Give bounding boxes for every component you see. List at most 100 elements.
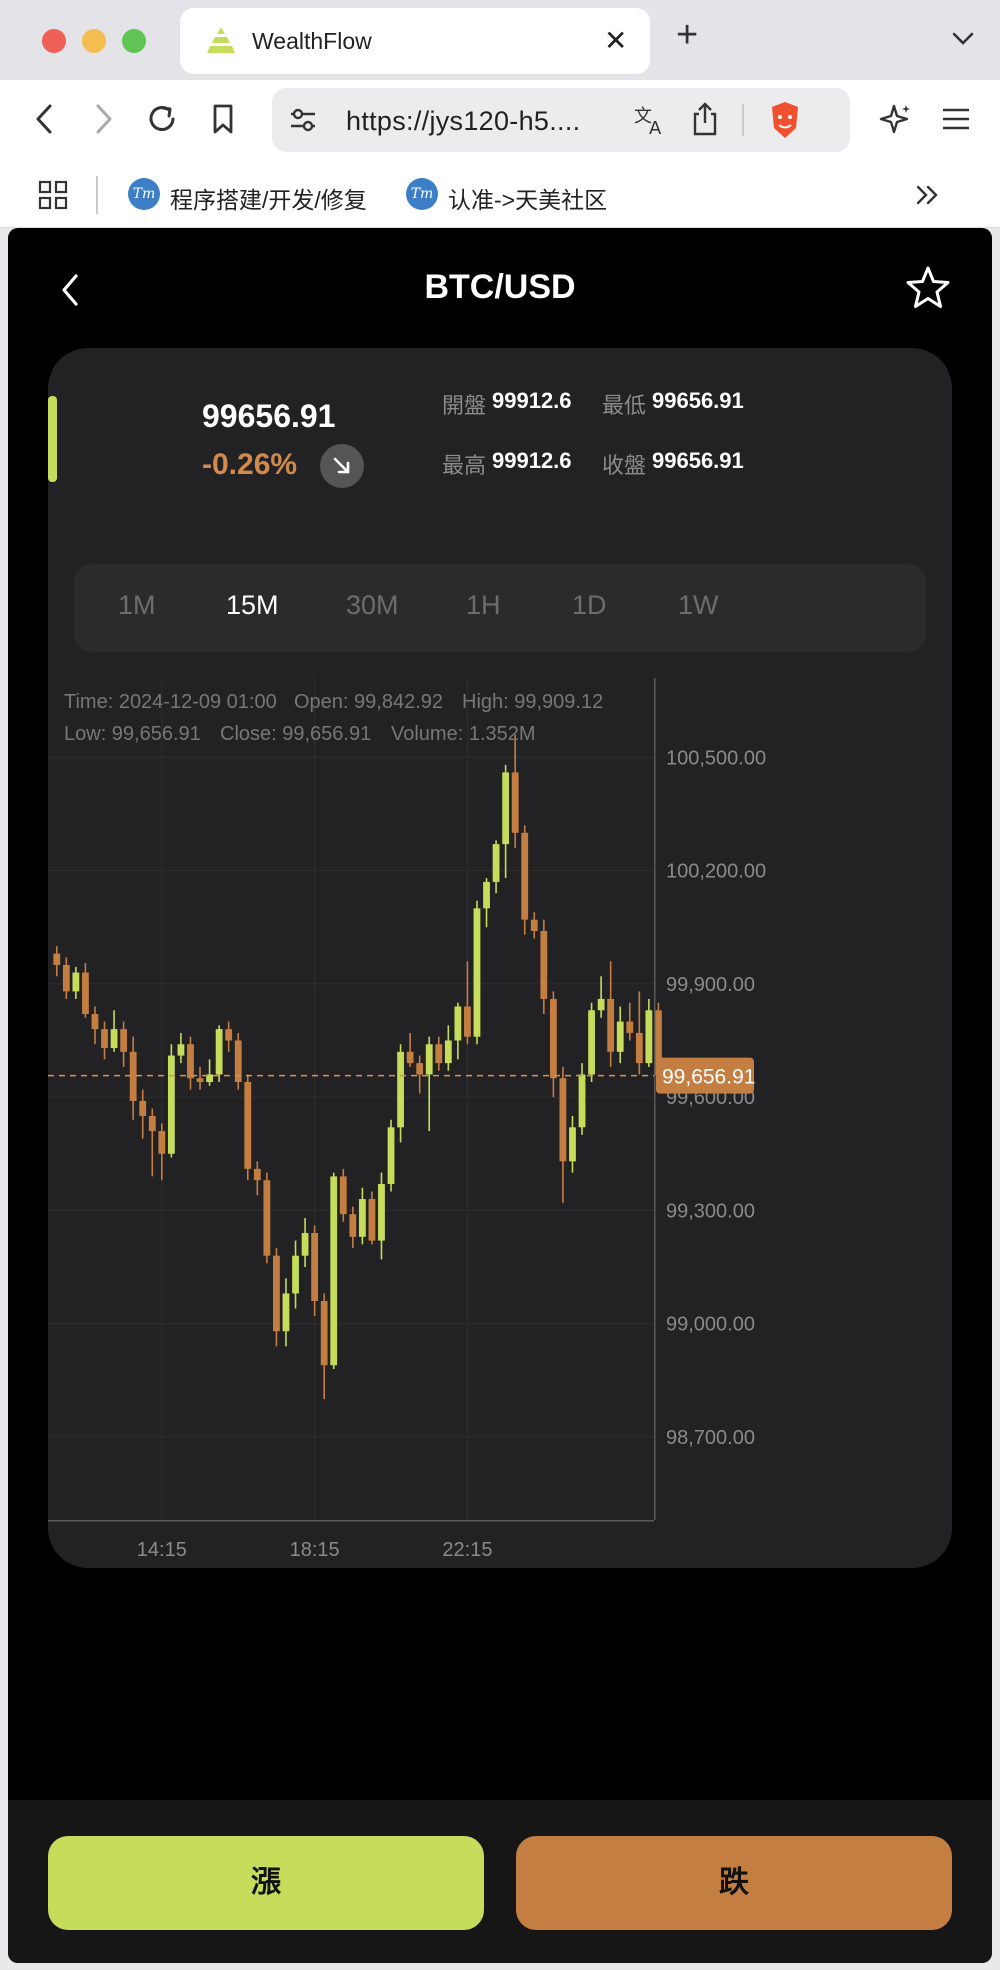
share-icon[interactable] bbox=[690, 100, 720, 138]
candle bbox=[607, 961, 615, 1067]
info-low: Low: 99,656.91 bbox=[64, 723, 201, 745]
address-divider bbox=[742, 104, 744, 136]
candle bbox=[559, 1066, 567, 1203]
candlestick-chart[interactable]: 100,500.00100,200.0099,900.0099,600.0099… bbox=[48, 678, 952, 1568]
candle bbox=[645, 998, 653, 1067]
y-axis-line bbox=[654, 678, 656, 1520]
timeframe-selector: 1M 15M 30M 1H 1D 1W bbox=[74, 564, 926, 652]
high-value: 99912.6 bbox=[492, 448, 572, 473]
candle bbox=[616, 1006, 624, 1064]
tab-close-icon[interactable]: ✕ bbox=[604, 24, 627, 57]
candle bbox=[215, 1025, 223, 1083]
candle bbox=[101, 1021, 108, 1060]
tab-30m[interactable]: 30M bbox=[346, 590, 399, 621]
candle bbox=[473, 900, 481, 1045]
candle bbox=[91, 1006, 99, 1045]
tab-title: WealthFlow bbox=[252, 28, 372, 54]
info-time: Time: 2024-12-09 01:00 bbox=[64, 691, 277, 713]
tab-1h[interactable]: 1H bbox=[466, 590, 501, 621]
tab-1w[interactable]: 1W bbox=[678, 590, 719, 621]
candle bbox=[301, 1217, 309, 1268]
candle bbox=[425, 1036, 433, 1132]
candle bbox=[196, 1066, 204, 1090]
candle bbox=[368, 1191, 376, 1245]
chart-candles bbox=[53, 734, 662, 1400]
reload-icon[interactable] bbox=[145, 102, 179, 136]
tianmei-logo-icon: Tm bbox=[128, 178, 160, 210]
candle bbox=[148, 1108, 156, 1177]
x-tick-label: 18:15 bbox=[290, 1539, 340, 1561]
address-bar[interactable]: https://jys120-h5.... 文 A bbox=[272, 88, 850, 152]
candle bbox=[588, 1002, 595, 1083]
candle bbox=[339, 1168, 347, 1222]
y-tick-label: 98,700.00 bbox=[666, 1427, 755, 1449]
menu-icon[interactable] bbox=[940, 102, 972, 136]
info-open: Open: 99,842.92 bbox=[294, 691, 443, 713]
candle bbox=[120, 1021, 128, 1067]
close-value: 99656.91 bbox=[652, 448, 744, 473]
url-text[interactable]: https://jys120-h5.... bbox=[346, 106, 580, 137]
site-settings-icon[interactable] bbox=[288, 106, 318, 134]
tab-1d[interactable]: 1D bbox=[572, 590, 607, 621]
candle bbox=[253, 1161, 261, 1196]
candle bbox=[320, 1293, 328, 1400]
x-axis-ticks: 14:15 18:15 22:15 bbox=[137, 1539, 493, 1561]
candle bbox=[158, 1123, 166, 1181]
apps-grid-icon[interactable] bbox=[38, 180, 68, 210]
candle bbox=[53, 946, 61, 977]
info-close: Close: 99,656.91 bbox=[220, 723, 371, 745]
open-label: 開盤 bbox=[442, 393, 487, 418]
candle bbox=[225, 1021, 233, 1052]
sell-down-button[interactable]: 跌 bbox=[516, 1836, 952, 1930]
tab-15m[interactable]: 15M bbox=[226, 590, 279, 621]
candle bbox=[282, 1278, 290, 1347]
candle bbox=[530, 912, 538, 939]
candle bbox=[167, 1044, 175, 1158]
candle bbox=[244, 1074, 252, 1181]
translate-icon[interactable]: 文 A bbox=[632, 102, 668, 138]
candle bbox=[378, 1172, 385, 1260]
y-tick-label: 99,000.00 bbox=[666, 1314, 755, 1336]
candle bbox=[206, 1059, 213, 1086]
chevron-double-right-icon[interactable] bbox=[914, 182, 942, 208]
candle bbox=[483, 878, 490, 928]
page-title: BTC/USD bbox=[424, 268, 576, 306]
favorite-star-icon[interactable] bbox=[904, 264, 952, 312]
tab-1m[interactable]: 1M bbox=[118, 590, 156, 621]
accent-bar bbox=[48, 396, 57, 482]
candle bbox=[521, 825, 529, 935]
buy-up-button[interactable]: 漲 bbox=[48, 1836, 484, 1930]
x-tick-label: 14:15 bbox=[137, 1539, 187, 1561]
browser-nav-bar: https://jys120-h5.... 文 A bbox=[0, 80, 1000, 162]
back-arrow-icon[interactable] bbox=[30, 102, 60, 136]
chevron-down-icon[interactable] bbox=[950, 26, 976, 52]
brave-shield-icon[interactable] bbox=[768, 100, 802, 140]
candle bbox=[263, 1172, 271, 1264]
window-zoom-button[interactable] bbox=[122, 29, 146, 53]
candle bbox=[635, 991, 643, 1075]
candle bbox=[82, 963, 89, 1018]
candle bbox=[397, 1044, 404, 1143]
bookmark-icon[interactable] bbox=[208, 102, 238, 136]
candle bbox=[444, 1025, 452, 1071]
svg-text:A: A bbox=[649, 118, 662, 138]
y-tick-label: 99,900.00 bbox=[666, 974, 755, 996]
candle bbox=[492, 840, 500, 894]
tianmei-logo-icon: Tm bbox=[406, 178, 438, 210]
x-tick-label: 22:15 bbox=[442, 1539, 492, 1561]
ai-sparkle-icon[interactable] bbox=[878, 102, 914, 138]
candle bbox=[454, 1002, 462, 1060]
app-viewport: BTC/USD 99656.91 -0.26% 開盤 99912.6 最低 99… bbox=[8, 228, 992, 1963]
candle bbox=[72, 966, 80, 999]
candle bbox=[330, 1172, 338, 1369]
browser-tab[interactable]: WealthFlow ✕ bbox=[180, 8, 650, 74]
window-minimize-button[interactable] bbox=[82, 29, 106, 53]
ohlc-info: Time: 2024-12-09 01:00 Open: 99,842.92 H… bbox=[64, 691, 603, 745]
forward-arrow-icon[interactable] bbox=[88, 102, 118, 136]
window-close-button[interactable] bbox=[42, 29, 66, 53]
candle bbox=[387, 1119, 395, 1192]
browser-tab-bar: WealthFlow ✕ + bbox=[0, 0, 1000, 80]
info-high: High: 99,909.12 bbox=[462, 691, 603, 713]
new-tab-icon[interactable]: + bbox=[676, 14, 698, 57]
low-label: 最低 bbox=[602, 393, 647, 418]
